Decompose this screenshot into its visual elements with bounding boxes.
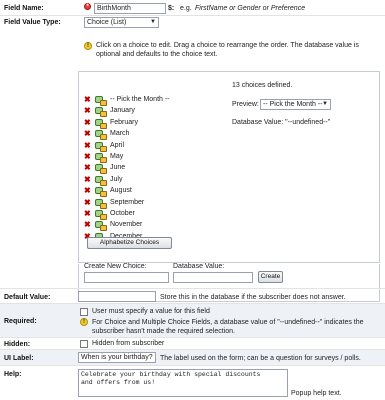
- choice-item[interactable]: ✖ January: [84, 106, 224, 118]
- choice-label: April: [110, 141, 125, 149]
- default-value-label: Default Value:: [4, 294, 51, 301]
- choice-item[interactable]: ✖ -- Pick the Month --: [84, 95, 224, 106]
- choice-label: February: [110, 118, 139, 126]
- required-checkbox[interactable]: [80, 308, 88, 316]
- alphabetize-button[interactable]: Alphabetize Choices: [87, 237, 172, 249]
- delete-icon[interactable]: ✖: [84, 106, 91, 115]
- choice-count: 13 choices defined.: [232, 82, 293, 89]
- delete-icon[interactable]: ✖: [84, 175, 91, 184]
- edit-icon[interactable]: [95, 221, 107, 232]
- edit-icon[interactable]: [95, 118, 107, 129]
- choice-label: September: [110, 198, 145, 206]
- choice-label: August: [110, 187, 132, 195]
- hidden-row: Hidden: Hidden from subscriber: [0, 338, 385, 350]
- new-db-value-input[interactable]: [173, 272, 253, 283]
- delete-icon[interactable]: ✖: [84, 198, 91, 207]
- default-value-row: Default Value: Store this in the databas…: [0, 288, 385, 304]
- delete-icon[interactable]: ✖: [84, 95, 91, 104]
- delete-icon[interactable]: ✖: [84, 152, 91, 161]
- choice-item[interactable]: ✖ October: [84, 209, 224, 220]
- delete-icon[interactable]: ✖: [84, 118, 91, 127]
- edit-icon[interactable]: [95, 175, 107, 186]
- help-row: Help: Celebrate your birthday with speci…: [0, 366, 385, 400]
- default-value-input[interactable]: [78, 291, 156, 302]
- edit-icon[interactable]: [95, 130, 107, 141]
- field-name-row: Field Name: * BirthMonth $: e.g. FirstNa…: [0, 0, 385, 16]
- field-name-hint: FirstName or Gender or Preference: [195, 5, 306, 12]
- ui-label-row: UI Label: When is your birthday? The lab…: [0, 350, 385, 366]
- required-checkbox-label: User must specify a value for this field: [92, 308, 210, 315]
- db-value-label: Database Value:: [173, 263, 225, 270]
- default-value-note: Store this in the database if the subscr…: [160, 294, 346, 301]
- edit-icon[interactable]: [95, 141, 107, 152]
- choice-item[interactable]: ✖ September: [84, 198, 224, 209]
- choice-label: November: [110, 221, 143, 229]
- help-textarea[interactable]: Celebrate your birthday with special dis…: [78, 369, 288, 397]
- delete-icon[interactable]: ✖: [84, 209, 91, 218]
- preview-label: Preview:: [232, 101, 259, 108]
- preview-selected: -- Pick the Month --: [263, 101, 323, 108]
- chevron-down-icon: ▼: [322, 101, 328, 107]
- help-label: Help:: [4, 371, 22, 378]
- hidden-checkbox[interactable]: [80, 340, 88, 348]
- field-name-label: Field Name:: [4, 5, 44, 12]
- required-star-icon: *: [84, 3, 91, 10]
- required-row: Required: User must specify a value for …: [0, 304, 385, 338]
- edit-icon[interactable]: [95, 107, 107, 118]
- delete-icon[interactable]: ✖: [84, 163, 91, 172]
- database-value-text: Database Value: "--undefined--": [232, 119, 331, 126]
- edit-icon[interactable]: [95, 198, 107, 209]
- choice-item[interactable]: ✖ August: [84, 186, 224, 198]
- ui-label-label: UI Label:: [4, 355, 34, 362]
- edit-icon[interactable]: [95, 187, 107, 198]
- new-choice-label: Create New Choice:: [84, 263, 147, 270]
- choice-item[interactable]: ✖ March: [84, 129, 224, 141]
- edit-icon[interactable]: [95, 96, 107, 106]
- edit-icon[interactable]: [95, 153, 107, 163]
- choice-label: -- Pick the Month --: [110, 96, 170, 103]
- hidden-label: Hidden:: [4, 341, 31, 348]
- choice-item[interactable]: ✖ April: [84, 141, 224, 152]
- new-choice-input[interactable]: [84, 272, 169, 283]
- choice-item[interactable]: ✖ May: [84, 152, 224, 163]
- choice-item[interactable]: ✖ July: [84, 175, 224, 186]
- delete-icon[interactable]: ✖: [84, 141, 91, 150]
- choice-label: October: [110, 210, 135, 217]
- choice-label: March: [110, 130, 130, 138]
- field-value-type-label: Field Value Type:: [4, 19, 61, 26]
- choice-item[interactable]: ✖ February: [84, 118, 224, 129]
- hidden-checkbox-label: Hidden from subscriber: [92, 340, 165, 347]
- field-name-hint-prefix: e.g.: [180, 5, 192, 12]
- choice-item[interactable]: ✖ November: [84, 220, 224, 232]
- create-button[interactable]: Create: [258, 271, 283, 283]
- delete-icon[interactable]: ✖: [84, 186, 91, 195]
- edit-icon[interactable]: [95, 210, 107, 220]
- ui-label-input[interactable]: When is your birthday?: [78, 352, 156, 363]
- field-value-type-row: Field Value Type: Choice (List) ▼ ! Clic…: [0, 16, 385, 302]
- chevron-down-icon: ▼: [150, 19, 156, 25]
- choice-label: January: [110, 107, 135, 115]
- ui-label-note: The label used on the form; can be a que…: [160, 355, 361, 362]
- edit-icon[interactable]: [95, 164, 107, 175]
- choice-instructions: Click on a choice to edit. Drag a choice…: [96, 42, 359, 58]
- required-note: For Choice and Multiple Choice Fields, a…: [92, 319, 364, 335]
- field-name-input[interactable]: BirthMonth: [94, 3, 166, 14]
- choice-item[interactable]: ✖ June: [84, 163, 224, 175]
- info-icon: !: [80, 318, 88, 326]
- help-note: Popup help text.: [291, 390, 342, 397]
- delete-icon[interactable]: ✖: [84, 129, 91, 138]
- choice-label: July: [110, 175, 123, 183]
- required-label: Required:: [4, 318, 37, 325]
- var-prefix: $:: [168, 5, 175, 12]
- choice-label: June: [110, 164, 126, 172]
- value-type-selected: Choice (List): [87, 19, 127, 26]
- info-icon: !: [84, 42, 92, 50]
- preview-select[interactable]: -- Pick the Month -- ▼: [260, 99, 331, 110]
- value-type-select[interactable]: Choice (List) ▼: [84, 17, 159, 28]
- delete-icon[interactable]: ✖: [84, 220, 91, 229]
- choice-label: May: [110, 153, 124, 160]
